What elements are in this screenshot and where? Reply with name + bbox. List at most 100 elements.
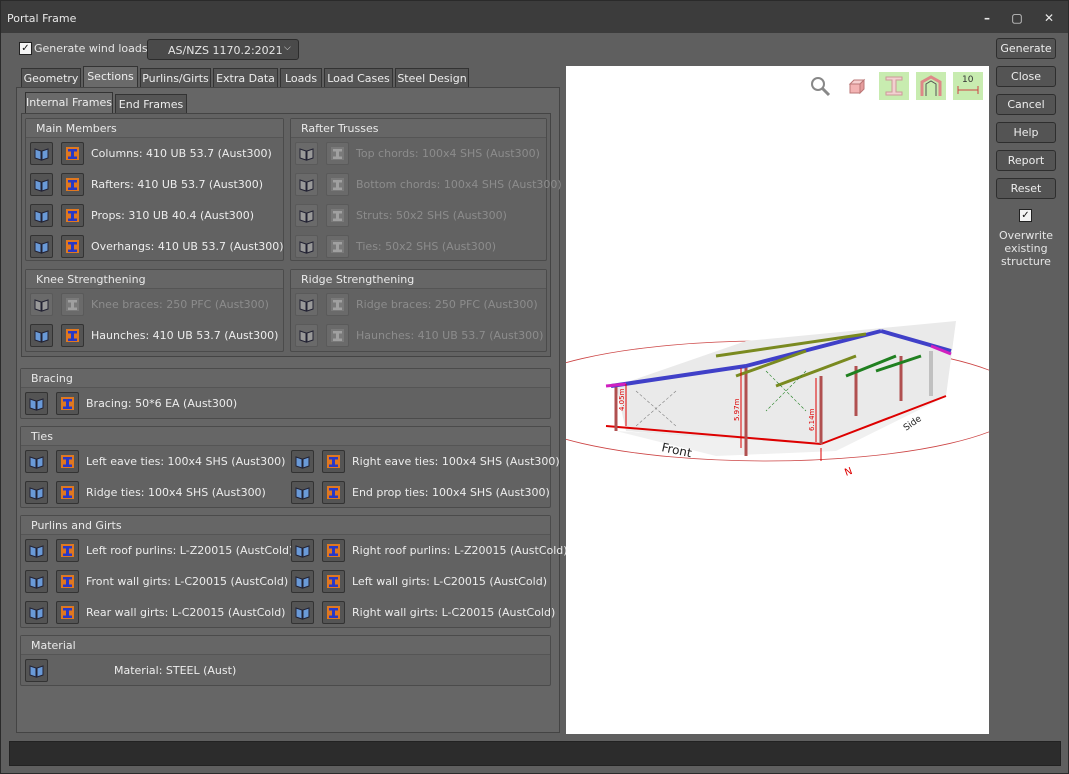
subtab-internal-frames[interactable]: Internal Frames <box>25 92 113 114</box>
section-shape-button[interactable] <box>61 142 84 165</box>
section-shape-button[interactable] <box>322 450 345 473</box>
portal-frame-window: Portal Frame – ▢ ✕ ✓ Generate wind loads… <box>0 0 1069 774</box>
tab-sections[interactable]: Sections <box>83 66 138 88</box>
section-shape-button[interactable] <box>56 450 79 473</box>
section-shape-button <box>326 324 349 347</box>
section-library-button[interactable] <box>25 570 48 593</box>
section-shape-button[interactable] <box>61 235 84 258</box>
group-knee: Knee Strengthening Knee braces: 250 PFC (… <box>25 269 284 352</box>
height-label-1: 4.05m <box>618 388 626 411</box>
section-library-button[interactable] <box>25 450 48 473</box>
tab-steel-design[interactable]: Steel Design <box>395 68 469 88</box>
section-library-button <box>295 204 318 227</box>
group-ties: Ties Left eave ties: 100x4 SHS (Aust300) R… <box>20 426 560 508</box>
section-shape-button[interactable] <box>61 173 84 196</box>
group-bracing: Bracing Bracing: 50*6 EA (Aust300) <box>20 368 551 419</box>
section-library-button[interactable] <box>30 235 53 258</box>
close-button[interactable]: Close <box>996 66 1056 87</box>
section-row-label: Rear wall girts: L-C20015 (AustCold) <box>86 606 286 619</box>
section-shape-button[interactable] <box>56 601 79 624</box>
side-label: Side <box>902 414 924 434</box>
group-main: Main Members Columns: 410 UB 53.7 (Aust30… <box>25 118 284 261</box>
section-library-button <box>295 173 318 196</box>
help-button[interactable]: Help <box>996 122 1056 143</box>
section-library-button[interactable] <box>25 659 48 682</box>
group-title: Material <box>31 639 76 652</box>
section-library-button <box>30 293 53 316</box>
section-row-label: End prop ties: 100x4 SHS (Aust300) <box>352 486 550 499</box>
section-library-button[interactable] <box>25 539 48 562</box>
group-header: Ties <box>21 427 550 446</box>
cancel-button[interactable]: Cancel <box>996 94 1056 115</box>
section-shape-button[interactable] <box>61 324 84 347</box>
section-library-button[interactable] <box>291 450 314 473</box>
section-shape-button[interactable] <box>56 570 79 593</box>
section-shape-button[interactable] <box>322 570 345 593</box>
section-library-button[interactable] <box>291 481 314 504</box>
section-row-label: Left wall girts: L-C20015 (AustCold) <box>352 575 547 588</box>
group-title: Rafter Trusses <box>301 122 379 135</box>
section-row-label: Columns: 410 UB 53.7 (Aust300) <box>91 147 272 160</box>
section-shape-button <box>61 293 84 316</box>
height-label-2: 5.97m <box>733 398 741 421</box>
minimize-icon[interactable]: – <box>973 7 1001 29</box>
reset-button[interactable]: Reset <box>996 178 1056 199</box>
section-library-button[interactable] <box>291 539 314 562</box>
tab-loads[interactable]: Loads <box>280 68 322 88</box>
tab-purlins-girts[interactable]: Purlins/Girts <box>140 68 211 88</box>
section-row-label: Right roof purlins: L-Z20015 (AustCold) <box>352 544 568 557</box>
maximize-icon[interactable]: ▢ <box>1003 7 1031 29</box>
section-row-label: Top chords: 100x4 SHS (Aust300) <box>356 147 540 160</box>
close-icon[interactable]: ✕ <box>1035 7 1063 29</box>
title-bar: Portal Frame – ▢ ✕ <box>1 1 1068 33</box>
section-library-button[interactable] <box>30 142 53 165</box>
tab-load-cases[interactable]: Load Cases <box>324 68 393 88</box>
group-title: Main Members <box>36 122 117 135</box>
section-shape-button[interactable] <box>322 481 345 504</box>
section-shape-button[interactable] <box>61 204 84 227</box>
group-title: Knee Strengthening <box>36 273 146 286</box>
section-shape-button[interactable] <box>56 539 79 562</box>
section-library-button[interactable] <box>291 601 314 624</box>
overwrite-checkbox[interactable]: ✓ <box>1019 209 1032 222</box>
group-header: Purlins and Girts <box>21 516 550 535</box>
report-button[interactable]: Report <box>996 150 1056 171</box>
section-library-button <box>295 324 318 347</box>
section-library-button[interactable] <box>291 570 314 593</box>
chevron-down-icon: ⌵ <box>284 43 291 53</box>
section-shape-button[interactable] <box>56 481 79 504</box>
group-title: Ties <box>31 430 53 443</box>
section-shape-button <box>326 235 349 258</box>
section-row-label: Right wall girts: L-C20015 (AustCold) <box>352 606 556 619</box>
section-library-button <box>295 142 318 165</box>
section-library-button[interactable] <box>25 481 48 504</box>
group-header: Knee Strengthening <box>26 270 283 289</box>
group-header: Main Members <box>26 119 283 138</box>
section-shape-button[interactable] <box>56 392 79 415</box>
section-library-button[interactable] <box>30 173 53 196</box>
section-row-label: Haunches: 410 UB 53.7 (Aust300) <box>91 329 279 342</box>
section-shape-button[interactable] <box>322 539 345 562</box>
wind-standard-select[interactable]: AS/NZS 1170.2:2021 ⌵ <box>147 39 299 60</box>
section-library-button[interactable] <box>30 324 53 347</box>
section-row-label: Bottom chords: 100x4 SHS (Aust300) <box>356 178 562 191</box>
section-row-label: Ridge braces: 250 PFC (Aust300) <box>356 298 538 311</box>
generate-button[interactable]: Generate <box>996 38 1056 59</box>
tab-extra-data[interactable]: Extra Data <box>213 68 278 88</box>
3d-view[interactable]: 10 4.05m 5.97m 6.14m Front Side N <box>566 66 989 734</box>
section-shape-button <box>326 173 349 196</box>
window-title: Portal Frame <box>7 12 77 25</box>
section-library-button[interactable] <box>30 204 53 227</box>
group-header: Ridge Strengthening <box>291 270 546 289</box>
group-ridge: Ridge Strengthening Ridge braces: 250 PFC… <box>290 269 547 352</box>
section-shape-button[interactable] <box>322 601 345 624</box>
section-library-button[interactable] <box>25 601 48 624</box>
group-header: Rafter Trusses <box>291 119 546 138</box>
tab-geometry[interactable]: Geometry <box>21 68 81 88</box>
section-library-button[interactable] <box>25 392 48 415</box>
subtab-end-frames[interactable]: End Frames <box>115 94 187 114</box>
section-row-label: Knee braces: 250 PFC (Aust300) <box>91 298 269 311</box>
generate-wind-checkbox[interactable]: ✓ <box>19 42 32 55</box>
section-shape-button <box>326 142 349 165</box>
section-row-label: Bracing: 50*6 EA (Aust300) <box>86 397 238 410</box>
